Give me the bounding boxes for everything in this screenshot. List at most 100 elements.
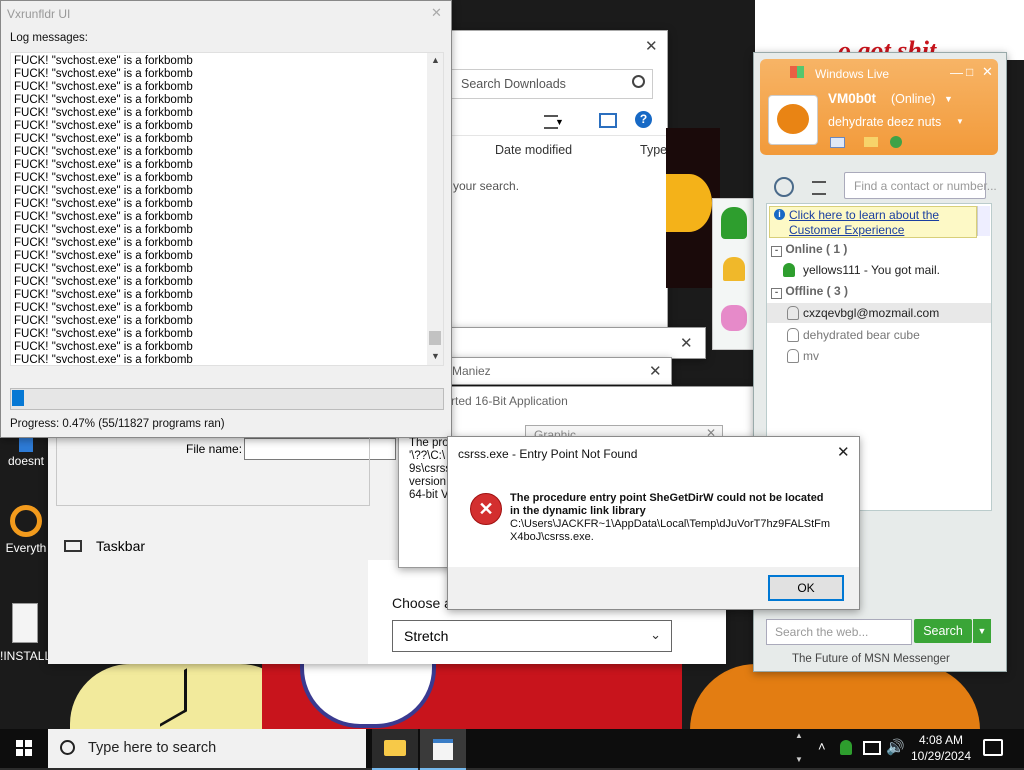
choose-fit-label: Choose a — [392, 595, 452, 611]
contact-item-online[interactable]: yellows111 - You got mail. — [783, 262, 987, 280]
explorer-window: ✕ Search Downloads ▼ ? Date modified Typ… — [448, 30, 668, 334]
close-icon[interactable]: ✕ — [431, 5, 442, 21]
volume-icon[interactable]: 🔊 — [886, 738, 905, 756]
desktop-icon-install[interactable]: !INSTALL — [0, 603, 52, 665]
globe-icon[interactable] — [890, 136, 902, 148]
taskbar: Type here to search ▲ ▼ ˄ 🔊 4:08 AM 10/2… — [0, 729, 1024, 770]
log-line: FUCK! "svchost.exe" is a forkbomb — [14, 133, 193, 145]
close-icon[interactable]: ✕ — [645, 37, 658, 55]
add-contact-icon[interactable] — [774, 177, 794, 197]
log-line: FUCK! "svchost.exe" is a forkbomb — [14, 302, 193, 314]
fit-dropdown[interactable]: Stretch ⌄ — [392, 620, 672, 652]
windows-logo-icon — [16, 740, 32, 756]
offline-buddy-icon — [787, 306, 799, 320]
info-link-line2[interactable]: Customer Experience — [789, 223, 904, 237]
folder-icon[interactable] — [864, 137, 878, 147]
log-line: FUCK! "svchost.exe" is a forkbomb — [14, 354, 193, 366]
contact-item-offline[interactable]: cxzqevbgl@mozmail.com — [767, 303, 991, 323]
msn-status[interactable]: (Online) — [891, 92, 935, 106]
search-downloads-box[interactable]: Search Downloads — [451, 69, 653, 99]
log-line: FUCK! "svchost.exe" is a forkbomb — [14, 159, 193, 171]
clock-date: 10/29/2024 — [910, 749, 972, 763]
online-group-header[interactable]: - Online ( 1 ) — [771, 242, 847, 257]
taskbar-search-box[interactable]: Type here to search — [48, 729, 366, 768]
minimize-button[interactable]: — — [950, 65, 963, 80]
log-line: FUCK! "svchost.exe" is a forkbomb — [14, 185, 193, 197]
progress-text: Progress: 0.47% (55/11827 programs ran) — [10, 418, 225, 430]
chevron-down-icon: ▼ — [555, 117, 564, 127]
clock[interactable]: 4:08 AM 10/29/2024 — [906, 732, 976, 766]
status-dropdown-arrow-icon[interactable]: ▼ — [944, 94, 953, 104]
desktop-icon-label: doesnt — [7, 454, 45, 468]
contact-name: yellows111 - You got mail. — [803, 263, 940, 277]
desktop-icon-doesnt[interactable]: doesnt — [4, 438, 48, 472]
offline-group-header[interactable]: - Offline ( 3 ) — [771, 284, 848, 299]
partial-line: The pro — [409, 437, 449, 449]
message-dropdown-arrow-icon[interactable]: ▼ — [956, 117, 964, 126]
error-message-line: in the dynamic link library — [510, 505, 646, 517]
info-banner[interactable]: i Click here to learn about the Customer… — [769, 206, 977, 238]
msn-username[interactable]: VM0b0t — [828, 91, 876, 106]
log-list[interactable]: FUCK! "svchost.exe" is a forkbomb FUCK! "… — [10, 52, 444, 366]
empty-results-text: your search. — [453, 179, 520, 193]
app-taskbar-icon[interactable] — [420, 729, 466, 770]
network-icon[interactable] — [863, 741, 881, 755]
close-button[interactable]: ✕ — [982, 64, 993, 80]
online-buddy-icon — [783, 263, 795, 277]
scroll-down-icon[interactable]: ▼ — [431, 351, 440, 361]
preview-pane-icon[interactable] — [599, 113, 617, 128]
notifications-icon[interactable] — [983, 739, 1003, 756]
avatar[interactable] — [768, 95, 818, 145]
start-button[interactable] — [0, 729, 48, 768]
log-line: FUCK! "svchost.exe" is a forkbomb — [14, 81, 193, 93]
progress-fill — [12, 390, 24, 406]
search-options-arrow-icon[interactable]: ▼ — [973, 619, 991, 643]
web-search-button[interactable]: Search — [914, 619, 972, 643]
log-line: FUCK! "svchost.exe" is a forkbomb — [14, 315, 193, 327]
offline-buddy-icon — [787, 328, 799, 342]
close-icon[interactable]: ✕ — [680, 334, 693, 352]
column-date-modified[interactable]: Date modified — [495, 143, 572, 157]
log-line: FUCK! "svchost.exe" is a forkbomb — [14, 263, 193, 275]
log-label: Log messages: — [10, 32, 88, 44]
file-explorer-taskbar-icon[interactable] — [372, 729, 418, 770]
taskbar-nav-item[interactable]: Taskbar — [96, 538, 145, 554]
find-contact-placeholder: Find a contact or number... — [854, 179, 997, 193]
info-scrollbar[interactable] — [977, 206, 990, 236]
file-icon — [19, 438, 33, 452]
partial-message: The pro '\??\C:\ 9s\csrss version 64-bit… — [409, 437, 451, 502]
tray-scroll-down-icon[interactable]: ▼ — [795, 755, 803, 764]
find-contact-input[interactable]: Find a contact or number... — [844, 172, 997, 199]
desktop-icon-everything[interactable]: Everyth — [2, 505, 50, 569]
maximize-button[interactable]: □ — [966, 65, 973, 79]
scroll-thumb[interactable] — [429, 331, 441, 345]
contacts-tab-icon[interactable] — [721, 207, 747, 239]
personal-message[interactable]: dehydrate deez nuts — [828, 115, 941, 129]
ok-button[interactable]: OK — [768, 575, 844, 601]
contact-item-offline[interactable]: mv — [767, 346, 991, 366]
info-icon: i — [774, 209, 785, 220]
list-options-icon[interactable] — [812, 181, 826, 195]
column-type[interactable]: Type — [640, 143, 667, 157]
log-scrollbar[interactable]: ▲ ▼ — [427, 53, 443, 365]
log-line: FUCK! "svchost.exe" is a forkbomb — [14, 276, 193, 288]
msn-brand: Windows Live — [815, 67, 890, 81]
msn-tray-icon[interactable] — [840, 740, 852, 755]
close-icon[interactable]: ✕ — [649, 362, 662, 380]
bell-icon[interactable] — [723, 257, 745, 281]
tray-scroll-up-icon[interactable]: ▲ — [795, 731, 803, 740]
partial-line: 64-bit V — [409, 489, 449, 501]
close-icon[interactable]: ✕ — [837, 443, 850, 461]
clock-time: 4:08 AM — [918, 733, 964, 747]
mail-icon[interactable] — [830, 137, 845, 148]
info-link-line1[interactable]: Click here to learn about the — [789, 208, 939, 222]
scroll-up-icon[interactable]: ▲ — [431, 55, 440, 65]
butterfly-icon[interactable] — [721, 305, 747, 331]
desktop-icon-label: !INSTALL — [0, 649, 52, 663]
show-hidden-icons-chevron-icon[interactable]: ˄ — [818, 739, 826, 754]
help-icon[interactable]: ? — [635, 111, 652, 128]
log-lines: FUCK! "svchost.exe" is a forkbomb FUCK! "… — [14, 55, 193, 366]
web-search-input[interactable]: Search the web... — [766, 619, 912, 645]
contact-item-offline[interactable]: dehydrated bear cube — [767, 325, 991, 345]
msn-footer: The Future of MSN Messenger — [792, 653, 950, 665]
